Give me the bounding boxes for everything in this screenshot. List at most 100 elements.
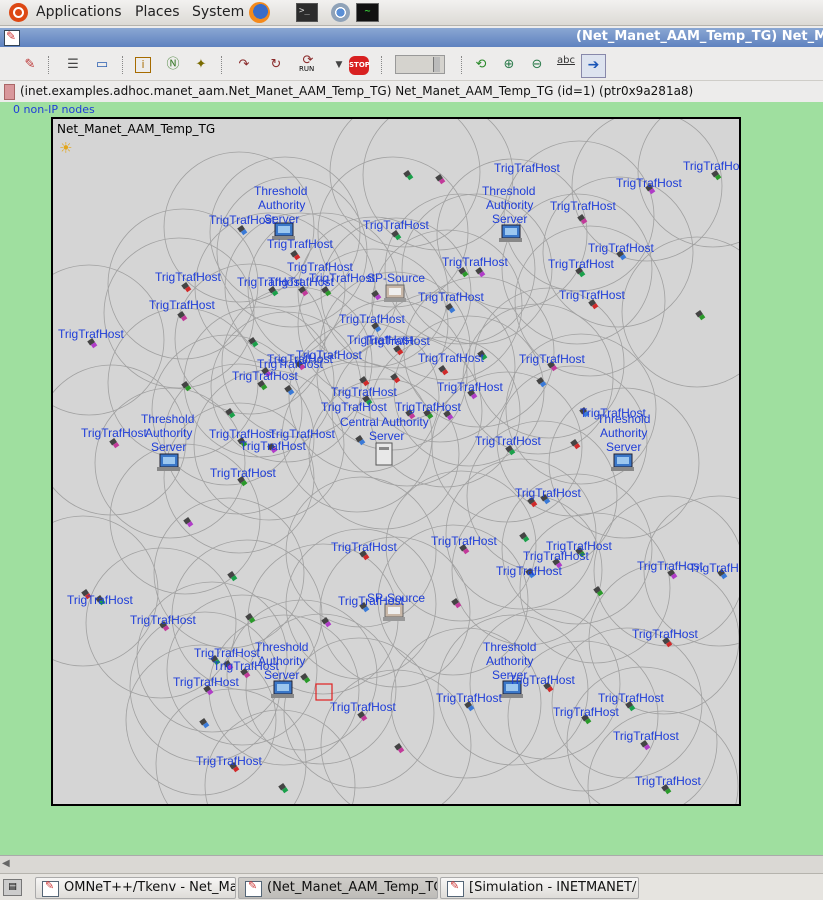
chromium-icon[interactable] bbox=[331, 3, 350, 22]
node-label: Server bbox=[606, 440, 641, 454]
host-icon[interactable] bbox=[290, 250, 301, 261]
host-icon[interactable] bbox=[435, 174, 446, 185]
node-label: TrigTrafHost bbox=[683, 159, 739, 173]
horizontal-scrollbar[interactable]: ◀ bbox=[0, 855, 823, 873]
module-info-bar: (inet.examples.adhoc.manet_aam.Net_Manet… bbox=[0, 81, 823, 101]
node-label: TrigTrafHost bbox=[431, 534, 497, 548]
central-authority-server-icon[interactable] bbox=[375, 442, 393, 466]
node-label: TrigTrafHost bbox=[436, 691, 502, 705]
task-simulation[interactable]: [Simulation - INETMANET/ bbox=[440, 877, 639, 899]
terminal-icon[interactable]: >_ bbox=[296, 3, 318, 22]
toolbar-separator bbox=[381, 56, 383, 74]
stop-button[interactable]: STOP bbox=[349, 56, 370, 75]
server-base-icon bbox=[271, 694, 294, 698]
node-label: TrigTrafHost bbox=[209, 213, 275, 227]
range-circle bbox=[103, 237, 255, 389]
server-screen-icon bbox=[388, 607, 400, 614]
applications-menu[interactable]: Applications bbox=[36, 4, 122, 20]
node-label: TrigTrafHost bbox=[309, 271, 375, 285]
node-label: TrigTrafHost bbox=[331, 540, 397, 554]
host-icon[interactable] bbox=[394, 743, 405, 754]
node-label: TrigTrafHost bbox=[395, 400, 461, 414]
node-label: TrigTrafHost bbox=[515, 486, 581, 500]
list-objects-icon[interactable]: ☰ bbox=[63, 55, 83, 75]
host-icon[interactable] bbox=[199, 718, 210, 729]
toolbar-separator bbox=[122, 56, 124, 74]
host-icon[interactable] bbox=[278, 783, 289, 794]
run-dropdown-icon[interactable]: ▼ bbox=[329, 55, 349, 75]
places-menu[interactable]: Places bbox=[135, 4, 180, 20]
node-label: TrigTrafHost bbox=[437, 380, 503, 394]
info-icon[interactable]: i bbox=[135, 57, 151, 73]
system-menu[interactable]: System bbox=[192, 4, 244, 20]
screen-icon[interactable]: ▭ bbox=[92, 55, 112, 75]
network-svg[interactable]: TrigTrafHostTrigTrafHostTrigTrafHostThre… bbox=[53, 119, 739, 804]
task-omnetpp[interactable]: OMNeT++/Tkenv - Net_Man bbox=[35, 877, 236, 899]
host-icon[interactable] bbox=[225, 408, 236, 419]
host-icon[interactable] bbox=[570, 439, 581, 450]
node-label: Authority bbox=[486, 654, 533, 668]
module-path-text: (inet.examples.adhoc.manet_aam.Net_Manet… bbox=[20, 84, 694, 98]
node-label: TrigTrafHost bbox=[523, 549, 589, 563]
step-icon[interactable]: ↷ bbox=[234, 55, 254, 75]
node-label: TrigTrafHost bbox=[616, 176, 682, 190]
selected-host-marker[interactable] bbox=[315, 683, 333, 701]
host-icon[interactable] bbox=[300, 673, 311, 684]
task-label: (Net_Manet_AAM_Temp_TG bbox=[267, 880, 438, 895]
edit-icon[interactable]: ✎ bbox=[20, 55, 40, 75]
server-screen-icon bbox=[617, 457, 629, 464]
host-icon[interactable] bbox=[593, 586, 604, 597]
host-icon[interactable] bbox=[177, 311, 188, 322]
host-icon[interactable] bbox=[695, 310, 706, 321]
node-label: TrigTrafHost bbox=[598, 691, 664, 705]
find-module-icon[interactable]: ✦ bbox=[191, 55, 211, 75]
fast-run-icon[interactable]: ↻ bbox=[266, 55, 286, 75]
server-base-icon bbox=[383, 617, 405, 621]
ubuntu-logo-icon[interactable] bbox=[9, 3, 28, 22]
node-label: TrigTrafHost bbox=[494, 161, 560, 175]
host-icon[interactable] bbox=[438, 365, 449, 376]
node-label: TrigTrafHost bbox=[67, 593, 133, 607]
host-icon[interactable] bbox=[403, 170, 414, 181]
scroll-left-icon[interactable]: ◀ bbox=[2, 858, 14, 870]
network-canvas[interactable]: 0 non-IP nodes TrigTrafHostTrigTrafHostT… bbox=[0, 102, 823, 855]
node-label: TrigTrafHost bbox=[331, 385, 397, 399]
window-titlebar[interactable]: (Net_Manet_AAM_Temp_TG) Net_M bbox=[0, 28, 823, 47]
node-label: TrigTrafHost bbox=[194, 646, 260, 660]
node-label: TrigTrafHost bbox=[321, 400, 387, 414]
node-label: SP-Source bbox=[367, 271, 425, 285]
window-title: (Net_Manet_AAM_Temp_TG) Net_M bbox=[576, 29, 823, 44]
firefox-icon[interactable] bbox=[249, 2, 270, 23]
node-label: TrigTrafHost bbox=[267, 237, 333, 251]
host-icon[interactable] bbox=[355, 435, 366, 446]
task-tkenv-network[interactable]: (Net_Manet_AAM_Temp_TG bbox=[238, 877, 438, 899]
node-label: Authority bbox=[145, 426, 192, 440]
animation-speed-slider[interactable] bbox=[395, 55, 445, 74]
network-name-label: Net_Manet_AAM_Temp_TG bbox=[57, 122, 216, 136]
refresh-icon[interactable]: ⟲ bbox=[471, 55, 491, 75]
node-label: TrigTrafHost bbox=[475, 434, 541, 448]
network-area[interactable]: TrigTrafHostTrigTrafHostTrigTrafHostThre… bbox=[51, 117, 741, 806]
host-icon[interactable] bbox=[183, 517, 194, 528]
show-desktop-icon[interactable]: ▤ bbox=[3, 879, 22, 896]
node-label: TrigTrafHost bbox=[418, 351, 484, 365]
show-labels-button[interactable]: abc bbox=[557, 55, 575, 66]
zoom-in-icon[interactable]: ⊕ bbox=[499, 55, 519, 75]
node-label: Authority bbox=[486, 198, 533, 212]
sun-icon: ☀ bbox=[59, 139, 73, 157]
non-ip-nodes-label: 0 non-IP nodes bbox=[13, 103, 95, 116]
host-icon[interactable] bbox=[519, 532, 530, 543]
arrow-icon[interactable]: ➔ bbox=[581, 54, 606, 78]
node-label: Central Authority bbox=[340, 415, 429, 429]
network-icon[interactable]: Ⓝ bbox=[163, 55, 183, 75]
node-label: TrigTrafHost bbox=[364, 334, 430, 348]
range-circle bbox=[571, 119, 723, 262]
server-slot-icon bbox=[379, 447, 389, 450]
node-label: TrigTrafHost bbox=[519, 352, 585, 366]
host-icon[interactable] bbox=[371, 290, 382, 301]
zoom-out-icon[interactable]: ⊖ bbox=[527, 55, 547, 75]
server-screen-icon bbox=[389, 288, 401, 295]
system-monitor-icon[interactable]: ~ bbox=[356, 3, 379, 22]
node-label: TrigTrafHost bbox=[130, 613, 196, 627]
node-label: Server bbox=[264, 668, 299, 682]
